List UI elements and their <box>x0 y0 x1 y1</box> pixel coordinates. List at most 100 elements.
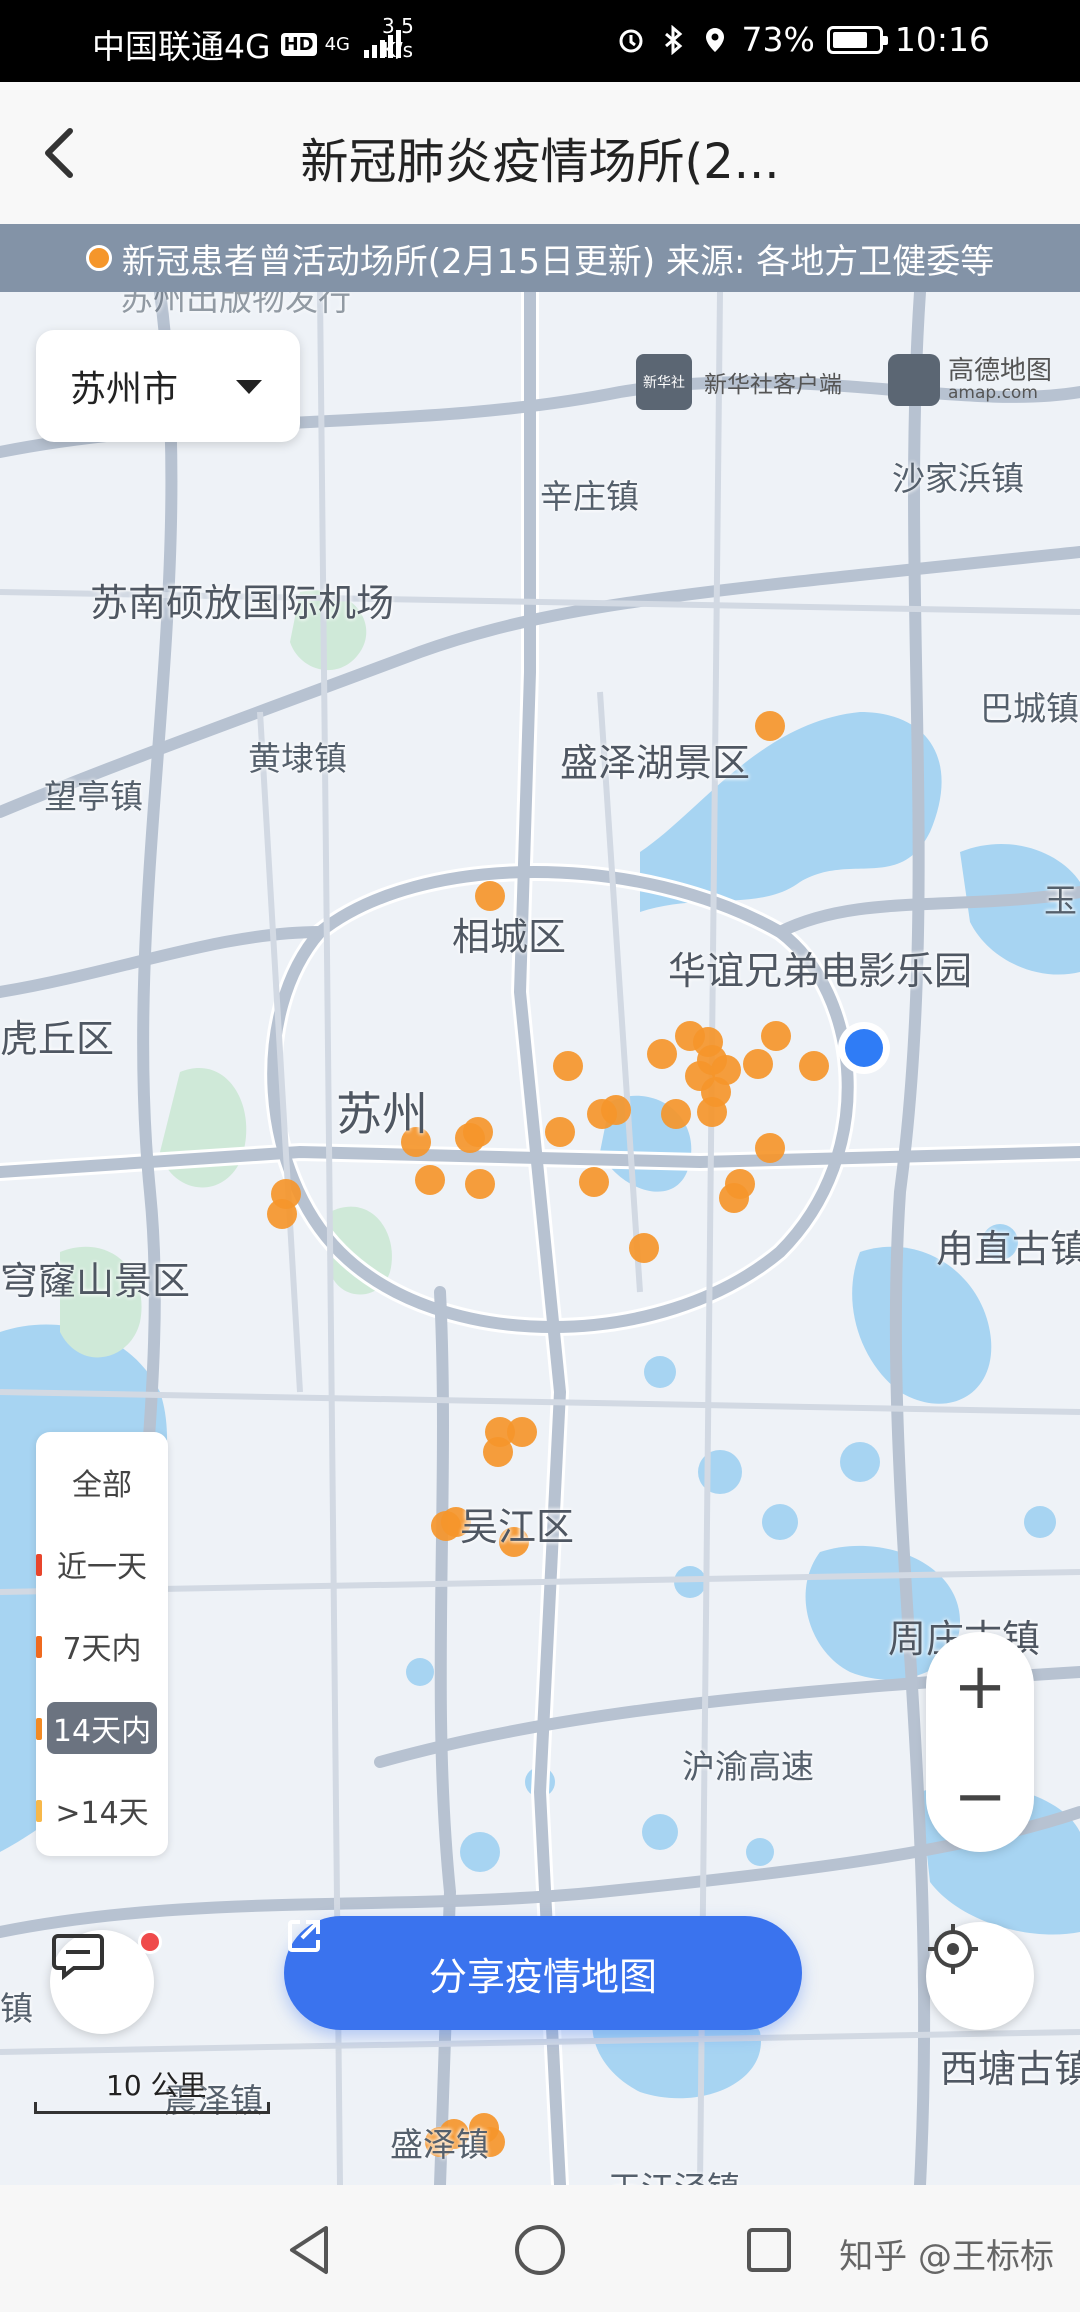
filter-label: 7天内 <box>62 1632 142 1667</box>
map-label: 甪直古镇 <box>936 1227 1080 1271</box>
epidemic-point[interactable] <box>267 1199 297 1229</box>
epidemic-point[interactable] <box>629 1233 659 1263</box>
pond <box>762 1504 798 1540</box>
map-label: 巴城镇 <box>980 689 1079 728</box>
share-icon <box>288 1920 320 1952</box>
title-bar: 新冠肺炎疫情场所(2... <box>0 82 1080 224</box>
chevron-left-icon <box>45 128 73 178</box>
epidemic-point[interactable] <box>465 1169 495 1199</box>
city-dropdown[interactable]: 苏州市 <box>36 330 300 442</box>
map-label: 苏州出版物发行 <box>120 292 351 318</box>
xinhua-mark: 新华社 <box>636 354 692 410</box>
epidemic-point[interactable] <box>743 1049 773 1079</box>
map-label: 相城区 <box>452 915 567 959</box>
triangle-back-icon <box>290 2226 328 2274</box>
speed-value: 3.5 <box>382 14 414 38</box>
notification-dot <box>138 1930 162 1954</box>
time-filter-panel: 全部 近一天 7天内 14天内 >14天 <box>36 1432 168 1856</box>
epidemic-point[interactable] <box>579 1167 609 1197</box>
filter-over-14days[interactable]: >14天 <box>36 1780 168 1840</box>
road-wujiang <box>434 1286 457 2185</box>
road-local <box>697 292 723 2185</box>
pond <box>746 1838 774 1866</box>
filter-1day[interactable]: 近一天 <box>36 1534 168 1594</box>
map-label: 西塘古镇 <box>940 2047 1080 2091</box>
speed-unit: K/s <box>382 38 414 62</box>
pond <box>644 1356 676 1388</box>
map-label: 黄埭镇 <box>248 739 347 778</box>
map-label: 穹窿山景区 <box>0 1259 191 1303</box>
city-name: 苏州市 <box>70 369 179 410</box>
page-title: 新冠肺炎疫情场所(2... <box>300 134 780 190</box>
pond <box>642 1814 678 1850</box>
epidemic-point[interactable] <box>799 1051 829 1081</box>
filter-14days[interactable]: 14天内 <box>36 1698 168 1758</box>
filter-label: >14天 <box>55 1796 149 1831</box>
epidemic-point[interactable] <box>647 1039 677 1069</box>
back-button[interactable] <box>30 118 90 188</box>
amap-mark-icon <box>888 354 940 406</box>
scale-line <box>34 2102 270 2114</box>
carrier-name: 中国联通4G <box>92 27 271 66</box>
watermark: 知乎 @王标标 <box>839 2237 1054 2277</box>
epidemic-point[interactable] <box>545 1117 575 1147</box>
scale-bar: 10 公里 <box>34 2064 274 2114</box>
nav-back-button[interactable] <box>274 2215 344 2285</box>
map-label: 盛泽镇 <box>390 2125 489 2164</box>
filter-all[interactable]: 全部 <box>36 1452 168 1512</box>
filter-color-bar <box>36 1718 42 1740</box>
map-label: 镇 <box>0 1989 33 2028</box>
zoom-out-button[interactable]: − <box>926 1742 1034 1852</box>
map-view[interactable]: 苏州出版物发行 沙家浜镇 辛庄镇 苏南硕放国际机场 巴城镇 黄埭镇 盛泽湖景区 … <box>0 292 1080 2185</box>
zoom-controls: + − <box>926 1632 1034 1852</box>
map-label: 吴江区 <box>460 1505 575 1549</box>
bluetooth-icon <box>664 24 682 55</box>
legend-dot-icon <box>85 245 112 271</box>
share-label: 分享疫情地图 <box>428 1954 657 1999</box>
epidemic-point[interactable] <box>415 1165 445 1195</box>
map-label: 华谊兄弟电影乐园 <box>668 949 973 993</box>
system-nav-bar: 知乎 @王标标 <box>0 2185 1080 2312</box>
map-label: 苏州 <box>336 1087 428 1141</box>
filter-label: 14天内 <box>46 1702 158 1754</box>
filter-color-bar <box>36 1800 42 1822</box>
xinhua-logo: 新华社 新华社客户端 <box>636 354 842 410</box>
epidemic-point[interactable] <box>755 711 785 741</box>
filter-7days[interactable]: 7天内 <box>36 1616 168 1676</box>
pond <box>1024 1506 1056 1538</box>
update-banner: 新冠患者曾活动场所(2月15日更新) 来源: 各地方卫健委等 <box>0 224 1080 292</box>
chat-button[interactable] <box>50 1930 162 2034</box>
map-label: 沪渝高速 <box>682 1747 814 1786</box>
chat-icon <box>52 1934 104 1980</box>
nav-home-button[interactable] <box>505 2215 575 2285</box>
epidemic-point[interactable] <box>719 1183 749 1213</box>
epidemic-point[interactable] <box>755 1133 785 1163</box>
nav-recents-button[interactable] <box>734 2215 804 2285</box>
epidemic-point[interactable] <box>697 1097 727 1127</box>
scale-label: 10 公里 <box>106 2069 207 2102</box>
zoom-in-button[interactable]: + <box>926 1632 1034 1742</box>
map-label: 虎丘区 <box>0 1017 115 1061</box>
clock: 10:16 <box>894 20 990 59</box>
filter-color-bar <box>36 1554 42 1576</box>
epidemic-point[interactable] <box>463 1117 493 1147</box>
status-bar: 中国联通4G HD 4G 3.5 K/s 73% 10:16 <box>0 0 1080 82</box>
pond <box>406 1658 434 1686</box>
epidemic-point[interactable] <box>761 1021 791 1051</box>
map-label: 王江泾镇 <box>608 2162 740 2185</box>
epidemic-point[interactable] <box>483 1437 513 1467</box>
locate-button[interactable] <box>926 1922 1034 2030</box>
epidemic-point[interactable] <box>553 1051 583 1081</box>
banner-text: 新冠患者曾活动场所(2月15日更新) 来源: 各地方卫健委等 <box>121 241 995 282</box>
alarm-icon <box>619 29 643 52</box>
share-map-button[interactable]: 分享疫情地图 <box>284 1916 802 2030</box>
location-icon <box>705 27 724 52</box>
map-label: 玉 <box>1044 881 1077 920</box>
filter-color-bar <box>36 1636 42 1658</box>
amap-name: 高德地图 <box>948 356 1053 386</box>
network-type: 4G <box>324 33 350 55</box>
epidemic-point[interactable] <box>661 1099 691 1129</box>
circle-home-icon <box>515 2225 565 2275</box>
epidemic-point[interactable] <box>587 1099 617 1129</box>
epidemic-point[interactable] <box>507 1417 537 1447</box>
